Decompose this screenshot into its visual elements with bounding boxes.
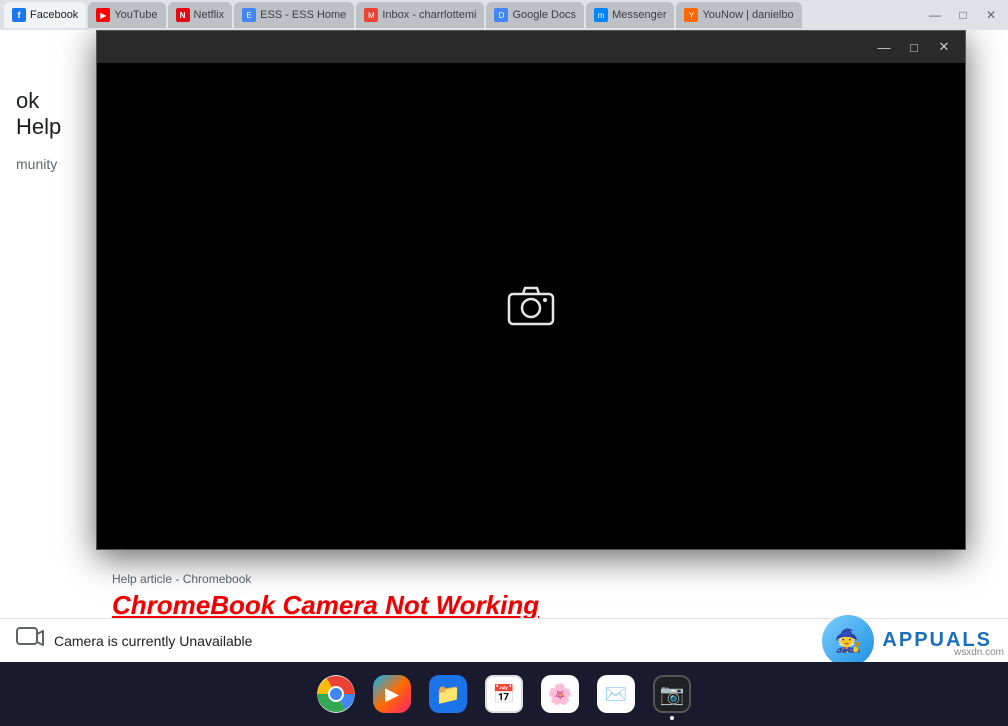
netflix-favicon: N — [176, 8, 190, 22]
tab-netflix[interactable]: N Netflix — [168, 2, 233, 28]
camera-window: — □ ✕ — [96, 30, 966, 550]
camera-svg-icon — [507, 286, 555, 326]
inbox-favicon: M — [364, 8, 378, 22]
page-subtitle: munity — [8, 156, 92, 172]
tab-inbox-label: Inbox - charrlottemi — [382, 9, 476, 21]
tab-facebook[interactable]: f Facebook — [4, 2, 86, 28]
camera-center-icon — [507, 286, 555, 326]
taskbar-chrome[interactable] — [314, 672, 358, 716]
gdocs-favicon: D — [494, 8, 508, 22]
chrome-icon — [317, 675, 355, 713]
window-controls: — □ ✕ — [922, 4, 1008, 26]
tab-youtube-label: YouTube — [114, 9, 157, 21]
tab-ess-label: ESS - ESS Home — [260, 9, 346, 21]
article-category: Help article - Chromebook — [112, 572, 950, 586]
ess-favicon: E — [242, 8, 256, 22]
camera-taskbar-icon: 📷 — [653, 675, 691, 713]
tab-gdocs-label: Google Docs — [512, 9, 576, 21]
youtube-favicon: ▶ — [96, 8, 110, 22]
tab-messenger[interactable]: m Messenger — [586, 2, 674, 28]
tab-gdocs[interactable]: D Google Docs — [486, 2, 584, 28]
play-store-icon: ▶ — [373, 675, 411, 713]
tab-inbox[interactable]: M Inbox - charrlottemi — [356, 2, 484, 28]
watermark-area: 🧙 APPUALS — [822, 615, 992, 667]
folder-icon: 📁 — [429, 675, 467, 713]
calendar-icon: 📅 — [485, 675, 523, 713]
tab-bar: f Facebook ▶ YouTube N Netflix E ESS - E… — [0, 0, 802, 30]
camera-unavailable-icon — [16, 626, 44, 656]
tab-younow-label: YouNow | danielbo — [702, 9, 793, 21]
camera-close-button[interactable]: ✕ — [931, 36, 957, 58]
camera-maximize-button[interactable]: □ — [901, 36, 927, 58]
taskbar-files[interactable]: 📁 — [426, 672, 470, 716]
messenger-favicon: m — [594, 8, 608, 22]
browser-chrome: f Facebook ▶ YouTube N Netflix E ESS - E… — [0, 0, 1008, 30]
tab-ess[interactable]: E ESS - ESS Home — [234, 2, 354, 28]
tab-youtube[interactable]: ▶ YouTube — [88, 2, 165, 28]
taskbar-camera[interactable]: 📷 — [650, 672, 694, 716]
tab-younow[interactable]: Y YouNow | danielbo — [676, 2, 801, 28]
wsxdn-watermark: wsxdn.com — [954, 647, 1004, 658]
taskbar-play-store[interactable]: ▶ — [370, 672, 414, 716]
taskbar-photos[interactable]: 🌸 — [538, 672, 582, 716]
camera-minimize-button[interactable]: — — [871, 36, 897, 58]
maximize-button[interactable]: □ — [950, 4, 976, 26]
unavailable-svg-icon — [16, 626, 44, 650]
taskbar: ▶ 📁 📅 🌸 ✉️ 📷 — [0, 662, 1008, 726]
facebook-favicon: f — [12, 8, 26, 22]
page-title: ok Help — [8, 72, 92, 156]
gmail-icon: ✉️ — [597, 675, 635, 713]
younow-favicon: Y — [684, 8, 698, 22]
chrome-svg — [317, 675, 355, 713]
camera-status-bar: Camera is currently Unavailable 🧙 APPUAL… — [0, 618, 1008, 662]
camera-viewport — [97, 63, 965, 549]
appuals-mascot: 🧙 — [822, 615, 874, 667]
camera-titlebar: — □ ✕ — [97, 31, 965, 63]
taskbar-calendar[interactable]: 📅 — [482, 672, 526, 716]
tab-facebook-label: Facebook — [30, 9, 78, 21]
tab-netflix-label: Netflix — [194, 9, 225, 21]
photos-icon: 🌸 — [541, 675, 579, 713]
tab-messenger-label: Messenger — [612, 9, 666, 21]
minimize-button[interactable]: — — [922, 4, 948, 26]
taskbar-gmail[interactable]: ✉️ — [594, 672, 638, 716]
close-button[interactable]: ✕ — [978, 4, 1004, 26]
camera-status-text: Camera is currently Unavailable — [54, 633, 252, 649]
